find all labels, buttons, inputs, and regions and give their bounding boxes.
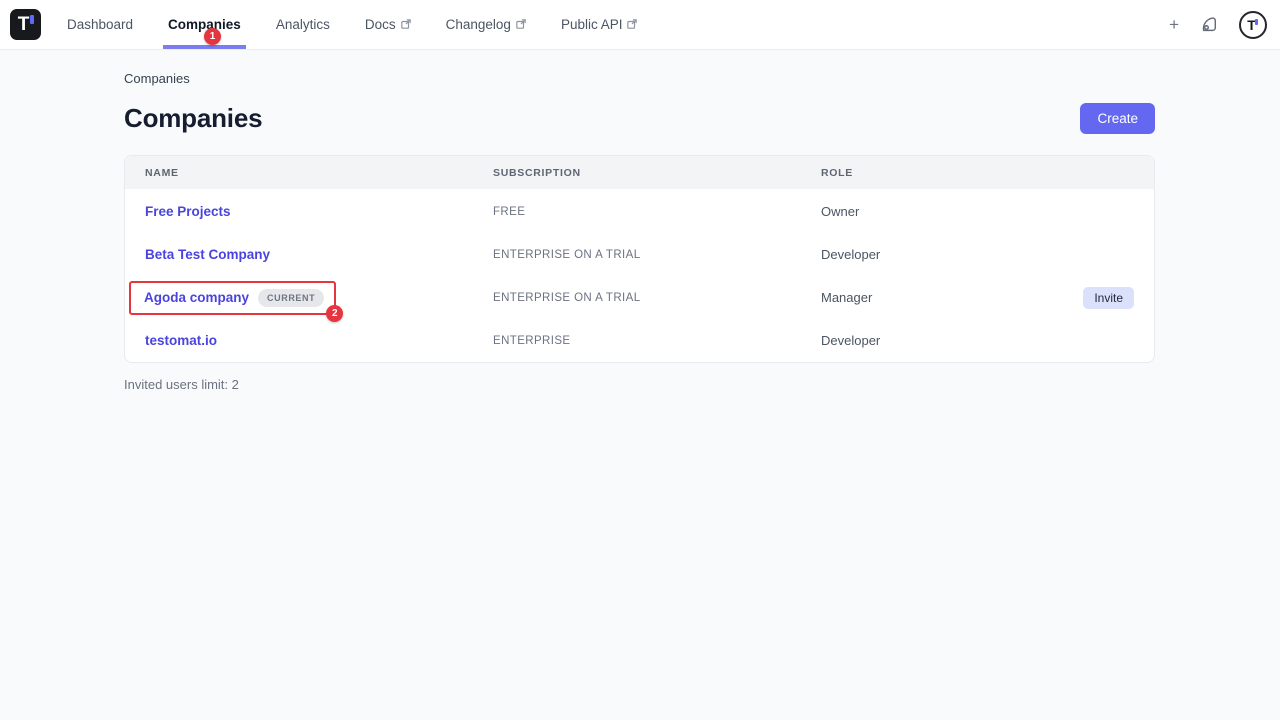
feed-icon[interactable] [1200,16,1218,34]
top-navigation: T Dashboard Companies Analytics Docs Cha… [0,0,1280,50]
nav-item-companies[interactable]: Companies [168,0,241,49]
subscription-cell: FREE [493,206,821,218]
companies-table: Name Subscription Role Free Projects FRE… [124,155,1155,363]
nav-item-changelog[interactable]: Changelog [446,0,526,49]
nav-label: Dashboard [67,17,133,32]
action-cell: Invite [1083,287,1134,309]
nav-label: Changelog [446,17,511,32]
external-link-icon [401,19,411,29]
column-header-role: Role [821,167,1134,179]
table-row: Free Projects FREE Owner [125,190,1154,233]
nav-label: Companies [168,17,241,32]
company-link[interactable]: testomat.io [145,333,217,348]
table-row: Agoda company CURRENT 2 ENTERPRISE ON A … [125,276,1154,319]
subscription-cell: ENTERPRISE ON A TRIAL [493,249,821,261]
nav-item-analytics[interactable]: Analytics [276,0,330,49]
active-tab-underline [163,45,246,49]
app-logo[interactable]: T [10,9,41,40]
table-body: Free Projects FREE Owner Beta Test Compa… [125,189,1154,362]
create-button[interactable]: Create [1080,103,1155,134]
column-header-name: Name [145,167,493,179]
main-content: Companies Companies Create Name Subscrip… [0,50,1280,392]
nav-item-dashboard[interactable]: Dashboard [67,0,133,49]
annotation-box: Beta Test Company [145,247,270,262]
name-cell: Beta Test Company [145,247,493,262]
invite-button[interactable]: Invite [1083,287,1134,309]
nav-right-controls: + T [1169,11,1270,39]
title-row: Companies Create [124,103,1155,134]
role-cell: Developer [821,333,1134,348]
current-badge: CURRENT [258,289,324,307]
table-row: testomat.io ENTERPRISE Developer [125,319,1154,362]
nav-item-public-api[interactable]: Public API [561,0,638,49]
logo-accent-tick [30,15,34,24]
breadcrumb[interactable]: Companies [124,71,1155,86]
annotation-step-2: 2 [326,305,343,322]
annotation-step-1: 1 [204,28,221,45]
nav-label: Analytics [276,17,330,32]
avatar-accent-tick [1255,19,1258,25]
role-cell: Owner [821,204,1134,219]
invited-users-limit: Invited users limit: 2 [124,377,1155,392]
main-nav: Dashboard Companies Analytics Docs Chang… [67,0,637,49]
annotation-box: Free Projects [145,204,231,219]
subscription-cell: ENTERPRISE [493,335,821,347]
table-header: Name Subscription Role [125,156,1154,189]
name-cell: Free Projects [145,204,493,219]
external-link-icon [627,19,637,29]
table-row: Beta Test Company ENTERPRISE ON A TRIAL … [125,233,1154,276]
column-header-subscription: Subscription [493,167,821,179]
external-link-icon [516,19,526,29]
company-link[interactable]: Beta Test Company [145,247,270,262]
name-cell: Agoda company CURRENT 2 [145,281,493,315]
name-cell: testomat.io [145,333,493,348]
nav-label: Docs [365,17,396,32]
company-link[interactable]: Agoda company [144,290,249,305]
page-title: Companies [124,103,262,134]
nav-label: Public API [561,17,623,32]
subscription-cell: ENTERPRISE ON A TRIAL [493,292,821,304]
company-link[interactable]: Free Projects [145,204,231,219]
role-cell: Developer [821,247,1134,262]
nav-item-docs[interactable]: Docs [365,0,411,49]
logo-letter: T [18,15,30,34]
role-cell: Manager [821,290,1083,305]
add-icon[interactable]: + [1169,16,1179,33]
annotation-box: Agoda company CURRENT 2 [129,281,336,315]
user-avatar[interactable]: T [1239,11,1267,39]
annotation-box: testomat.io [145,333,217,348]
